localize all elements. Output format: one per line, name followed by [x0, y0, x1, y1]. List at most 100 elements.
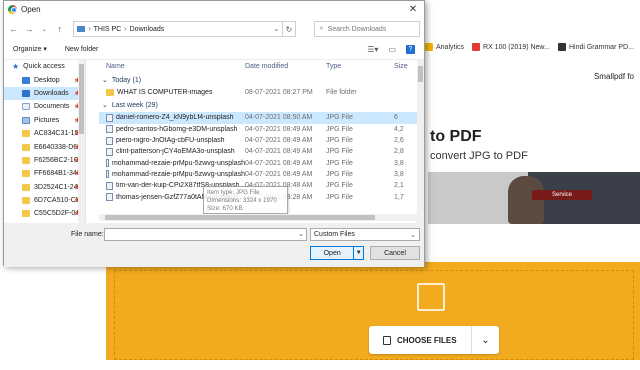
folder-icon — [22, 156, 30, 164]
nav-item-label: 6D7CA510-CI — [34, 197, 78, 205]
image-file-icon — [106, 170, 109, 179]
file-type: JPG File — [326, 193, 353, 201]
nav-item-label: AC834C31-15 — [34, 130, 79, 138]
back-arrow-icon[interactable]: ← — [8, 22, 19, 36]
image-file-icon — [106, 113, 113, 122]
breadcrumb-downloads[interactable]: Downloads — [130, 26, 165, 33]
file-type: JPG File — [326, 159, 353, 167]
bookmark-rx100[interactable]: RX 100 (2019) New... — [472, 43, 550, 51]
ad-service-button[interactable]: Service — [532, 190, 592, 200]
nav-item[interactable]: Documents📌 — [4, 100, 85, 113]
search-icon: ⌕ — [319, 25, 324, 32]
scroll-thumb[interactable] — [79, 64, 84, 134]
nav-item-label: Documents — [34, 103, 70, 111]
dropzone-border: CHOOSE FILES ⌄ or drop JPGs here — [114, 270, 634, 370]
nav-item[interactable]: 6D7CA510-CI📌 — [4, 194, 85, 207]
view-options-icon[interactable]: ☰▾ — [367, 45, 378, 54]
close-icon[interactable]: ✕ — [402, 1, 424, 17]
search-placeholder: Search Downloads — [327, 25, 387, 33]
file-row[interactable]: clint-patterson-jCY4oEMA3o-unsplash 04-07… — [99, 146, 424, 157]
folder-row[interactable]: WHAT IS COMPUTER-images 08-07-2021 08:27 … — [99, 87, 424, 98]
site-icon — [557, 43, 566, 51]
hero-subtitle: convert JPG to PDF — [430, 150, 528, 162]
file-row[interactable]: mohammad-rezaie-prMpu-5zwvg-unsplash 04-0… — [99, 169, 424, 180]
vertical-scrollbar[interactable] — [417, 60, 424, 224]
chevron-down-icon[interactable]: ⌄ — [298, 230, 304, 238]
ad-person-image — [508, 176, 544, 224]
breadcrumb-this-pc[interactable]: THIS PC — [94, 26, 122, 33]
nav-item[interactable]: Desktop📌 — [4, 73, 85, 86]
refresh-icon[interactable]: ↻ — [282, 21, 296, 37]
column-type[interactable]: Type — [326, 63, 394, 70]
group-today[interactable]: ⌄ Today (1) — [99, 73, 424, 87]
image-file-icon — [106, 181, 113, 190]
site-brand[interactable]: Smallpdf fo — [594, 72, 634, 81]
dialog-titlebar[interactable]: Open ✕ — [4, 1, 424, 17]
file-icon — [383, 335, 391, 345]
nav-item[interactable]: Downloads📌 — [4, 86, 85, 101]
chevron-down-icon[interactable]: ⌄ — [273, 25, 279, 33]
tooltip-dimensions: Dimensions: 3324 x 1970 — [207, 197, 277, 204]
chevron-down-icon[interactable]: ⌄ — [471, 326, 499, 354]
group-last-week[interactable]: ⌄ Last week (29) — [99, 98, 424, 112]
nav-item[interactable]: Pictures📌 — [4, 114, 85, 127]
file-row[interactable]: daniel-romero-Z4_kN9ybLf4-unsplash 04-07-… — [99, 112, 424, 124]
forward-arrow-icon[interactable]: → — [23, 22, 34, 36]
folder-icon — [22, 210, 30, 218]
column-name[interactable]: Name — [99, 63, 245, 70]
file-type: JPG File — [326, 125, 353, 133]
bookmark-analytics[interactable]: Analytics — [425, 43, 464, 51]
image-file-icon — [106, 136, 113, 145]
help-icon[interactable]: ? — [406, 44, 415, 54]
image-file-icon — [106, 147, 113, 156]
group-label: Today (1) — [111, 76, 142, 84]
filename-label: File name: — [71, 231, 104, 238]
nav-item[interactable]: FF6684B1-341📌 — [4, 167, 85, 180]
filetype-value: Custom Files — [314, 231, 355, 238]
bookmark-hindi-grammar[interactable]: Hindi Grammar PD... — [557, 43, 634, 51]
horizontal-scrollbar[interactable] — [99, 214, 417, 221]
recent-locations-icon[interactable]: ⌄ — [39, 22, 50, 36]
filename-input[interactable]: ⌄ — [104, 228, 307, 241]
upload-dropzone[interactable]: CHOOSE FILES ⌄ or drop JPGs here — [106, 262, 640, 370]
nav-item[interactable]: AC834C31-15📌 — [4, 127, 85, 140]
open-dropdown-icon[interactable]: ▼ — [353, 247, 363, 259]
search-input[interactable]: ⌕ Search Downloads — [313, 21, 421, 37]
tooltip-size: Size: 670 KB — [207, 205, 243, 212]
nav-item[interactable]: E6640338-D6📌 — [4, 140, 85, 153]
file-row[interactable]: pedro-santos-hGbomg-e3DM-unsplash 04-07-2… — [99, 124, 424, 135]
file-row[interactable]: piero-nigro-JnOtAg-cbFU-unsplash 04-07-20… — [99, 135, 424, 146]
filetype-select[interactable]: Custom Files ⌄ — [310, 228, 420, 241]
file-info-tooltip: Item type: JPG File Dimensions: 3324 x 1… — [203, 186, 288, 214]
navigation-scrollbar[interactable] — [78, 60, 85, 224]
nav-item[interactable]: F6256BC2-1O📌 — [4, 154, 85, 167]
site-header: Smallpdf fo — [425, 58, 640, 98]
cancel-button[interactable]: Cancel — [370, 246, 420, 260]
up-arrow-icon[interactable]: ↑ — [54, 22, 65, 36]
preview-pane-icon[interactable]: ▭ — [388, 45, 396, 54]
nav-item[interactable]: C55C5D2F-0A📌 — [4, 207, 85, 220]
folder-icon — [22, 183, 30, 191]
address-bar[interactable]: › THIS PC › Downloads ⌄ — [73, 21, 284, 37]
nav-item[interactable]: 3D2524C1-24📌 — [4, 181, 85, 194]
column-date-modified[interactable]: Date modified — [245, 63, 326, 70]
file-date: 08-07-2021 08:27 PM — [245, 89, 313, 97]
nav-item[interactable]: ★ Quick access — [4, 60, 85, 73]
drop-hint: or drop JPGs here — [405, 363, 463, 370]
youtube-icon — [472, 43, 481, 51]
file-date: 04-07-2021 08:50 AM — [245, 114, 313, 122]
choose-files-main[interactable]: CHOOSE FILES — [369, 326, 471, 354]
organize-button[interactable]: Organize ▾ — [13, 45, 47, 53]
file-date: 04-07-2021 08:49 AM — [245, 125, 313, 133]
advertisement-banner[interactable]: Service — [428, 172, 640, 224]
choose-files-button[interactable]: CHOOSE FILES ⌄ — [369, 326, 499, 354]
documents-icon — [22, 103, 30, 111]
scroll-thumb[interactable] — [105, 215, 375, 220]
scroll-thumb[interactable] — [418, 66, 423, 82]
file-row[interactable]: mohammad-rezaie-prMpu-5zwvg-unsplash 04-0… — [99, 157, 424, 168]
file-name: clint-patterson-jCY4oEMA3o-unsplash — [116, 148, 235, 156]
open-button[interactable]: Open ▼ — [310, 246, 364, 260]
file-upload-icon — [417, 283, 445, 311]
new-folder-button[interactable]: New folder — [65, 46, 98, 53]
file-type: JPG File — [326, 148, 353, 156]
